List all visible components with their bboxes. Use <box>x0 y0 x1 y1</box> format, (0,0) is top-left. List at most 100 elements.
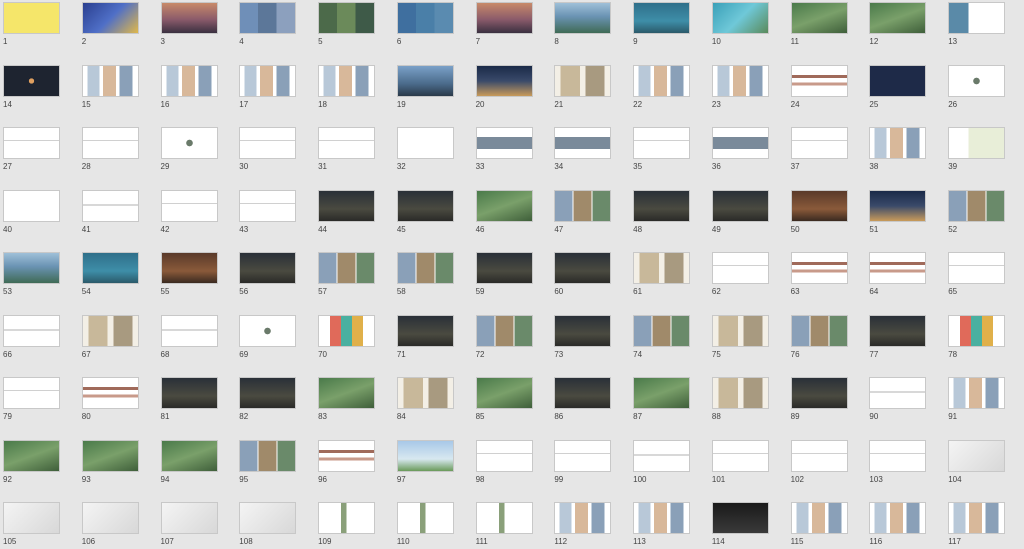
slide-thumbnail[interactable] <box>318 2 376 34</box>
slide-thumbnail[interactable] <box>948 189 1006 222</box>
slide-thumbnail-cell[interactable]: 65 <box>945 252 1024 315</box>
slide-thumbnail-cell[interactable]: 23 <box>709 64 788 128</box>
slide-thumbnail-cell[interactable]: 117 <box>945 502 1024 549</box>
slide-thumbnail-cell[interactable]: 44 <box>315 189 394 253</box>
slide-thumbnail[interactable] <box>396 377 454 409</box>
slide-thumbnail-cell[interactable]: 8 <box>551 2 630 65</box>
slide-thumbnail-cell[interactable]: 114 <box>709 502 788 549</box>
slide-thumbnail[interactable] <box>81 127 139 159</box>
slide-thumbnail-cell[interactable]: 105 <box>0 502 79 549</box>
slide-thumbnail-cell[interactable]: 45 <box>394 189 473 253</box>
slide-thumbnail[interactable] <box>633 252 691 284</box>
slide-thumbnail-cell[interactable]: 17 <box>236 64 315 128</box>
slide-thumbnail-cell[interactable]: 48 <box>630 189 709 253</box>
slide-thumbnail[interactable] <box>475 502 533 534</box>
slide-thumbnail[interactable] <box>318 252 376 284</box>
slide-thumbnail-cell[interactable]: 37 <box>788 127 867 190</box>
slide-thumbnail[interactable] <box>475 189 533 222</box>
slide-thumbnail[interactable] <box>81 314 139 347</box>
slide-thumbnail[interactable] <box>948 502 1006 534</box>
slide-thumbnail-cell[interactable]: 80 <box>79 377 158 440</box>
slide-thumbnail[interactable] <box>711 439 769 472</box>
slide-thumbnail[interactable] <box>160 2 218 34</box>
slide-thumbnail[interactable] <box>948 252 1006 284</box>
slide-thumbnail-cell[interactable]: 13 <box>945 2 1024 65</box>
slide-thumbnail[interactable] <box>948 2 1006 34</box>
slide-thumbnail-cell[interactable]: 42 <box>158 189 237 253</box>
slide-thumbnail[interactable] <box>239 502 297 534</box>
slide-thumbnail-cell[interactable]: 30 <box>236 127 315 190</box>
slide-thumbnail-cell[interactable]: 81 <box>158 377 237 440</box>
slide-thumbnail-cell[interactable]: 63 <box>788 252 867 315</box>
slide-thumbnail[interactable] <box>160 64 218 97</box>
slide-thumbnail[interactable] <box>711 189 769 222</box>
slide-thumbnail-cell[interactable]: 55 <box>158 252 237 315</box>
slide-thumbnail[interactable] <box>239 314 297 347</box>
slide-thumbnail-cell[interactable]: 49 <box>709 189 788 253</box>
slide-thumbnail[interactable] <box>239 64 297 97</box>
slide-thumbnail[interactable] <box>790 439 848 472</box>
slide-thumbnail-cell[interactable]: 60 <box>551 252 630 315</box>
slide-thumbnail[interactable] <box>554 377 612 409</box>
slide-thumbnail-cell[interactable]: 74 <box>630 314 709 378</box>
slide-thumbnail[interactable] <box>869 2 927 34</box>
slide-thumbnail[interactable] <box>3 127 60 159</box>
slide-thumbnail-cell[interactable]: 92 <box>0 439 79 503</box>
slide-thumbnail-cell[interactable]: 43 <box>236 189 315 253</box>
slide-thumbnail-cell[interactable]: 78 <box>945 314 1024 378</box>
slide-thumbnail[interactable] <box>3 314 60 347</box>
slide-thumbnail-cell[interactable]: 95 <box>236 439 315 503</box>
slide-thumbnail-cell[interactable]: 20 <box>473 64 552 128</box>
slide-thumbnail[interactable] <box>869 64 927 97</box>
slide-thumbnail[interactable] <box>790 2 848 34</box>
slide-thumbnail[interactable] <box>554 502 612 534</box>
slide-thumbnail[interactable] <box>318 377 376 409</box>
slide-thumbnail[interactable] <box>239 189 297 222</box>
slide-thumbnail[interactable] <box>3 2 60 34</box>
slide-thumbnail-cell[interactable]: 101 <box>709 439 788 503</box>
slide-thumbnail-cell[interactable]: 59 <box>473 252 552 315</box>
slide-thumbnail[interactable] <box>239 439 297 472</box>
slide-thumbnail[interactable] <box>396 439 454 472</box>
slide-thumbnail[interactable] <box>633 377 691 409</box>
slide-thumbnail[interactable] <box>239 252 297 284</box>
slide-thumbnail-cell[interactable]: 2 <box>79 2 158 65</box>
slide-thumbnail-cell[interactable]: 7 <box>473 2 552 65</box>
slide-thumbnail-cell[interactable]: 54 <box>79 252 158 315</box>
slide-thumbnail-cell[interactable]: 52 <box>945 189 1024 253</box>
slide-thumbnail[interactable] <box>3 439 60 472</box>
slide-thumbnail[interactable] <box>160 314 218 347</box>
slide-thumbnail[interactable] <box>633 439 691 472</box>
slide-thumbnail[interactable] <box>711 127 769 159</box>
slide-thumbnail[interactable] <box>711 64 769 97</box>
slide-thumbnail-cell[interactable]: 56 <box>236 252 315 315</box>
slide-thumbnail[interactable] <box>396 2 454 34</box>
slide-thumbnail[interactable] <box>790 502 848 534</box>
slide-thumbnail[interactable] <box>81 189 139 222</box>
slide-thumbnail[interactable] <box>869 377 927 409</box>
slide-thumbnail[interactable] <box>948 314 1006 347</box>
slide-thumbnail[interactable] <box>711 252 769 284</box>
slide-thumbnail-cell[interactable]: 108 <box>236 502 315 549</box>
slide-thumbnail[interactable] <box>948 377 1006 409</box>
slide-thumbnail[interactable] <box>711 377 769 409</box>
slide-thumbnail-cell[interactable]: 41 <box>79 189 158 253</box>
slide-thumbnail[interactable] <box>633 189 691 222</box>
slide-thumbnail-cell[interactable]: 106 <box>79 502 158 549</box>
slide-thumbnail[interactable] <box>396 64 454 97</box>
slide-thumbnail[interactable] <box>711 502 769 534</box>
slide-thumbnail[interactable] <box>396 314 454 347</box>
slide-thumbnail-cell[interactable]: 36 <box>709 127 788 190</box>
slide-thumbnail-cell[interactable]: 32 <box>394 127 473 190</box>
slide-thumbnail[interactable] <box>396 127 454 159</box>
slide-thumbnail[interactable] <box>475 2 533 34</box>
slide-thumbnail-cell[interactable]: 62 <box>709 252 788 315</box>
slide-thumbnail-cell[interactable]: 76 <box>788 314 867 378</box>
slide-thumbnail-cell[interactable]: 107 <box>158 502 237 549</box>
slide-thumbnail[interactable] <box>711 2 769 34</box>
slide-thumbnail[interactable] <box>318 127 376 159</box>
slide-thumbnail[interactable] <box>475 439 533 472</box>
slide-thumbnail-cell[interactable]: 18 <box>315 64 394 128</box>
slide-thumbnail[interactable] <box>790 189 848 222</box>
slide-thumbnail-cell[interactable]: 100 <box>630 439 709 503</box>
